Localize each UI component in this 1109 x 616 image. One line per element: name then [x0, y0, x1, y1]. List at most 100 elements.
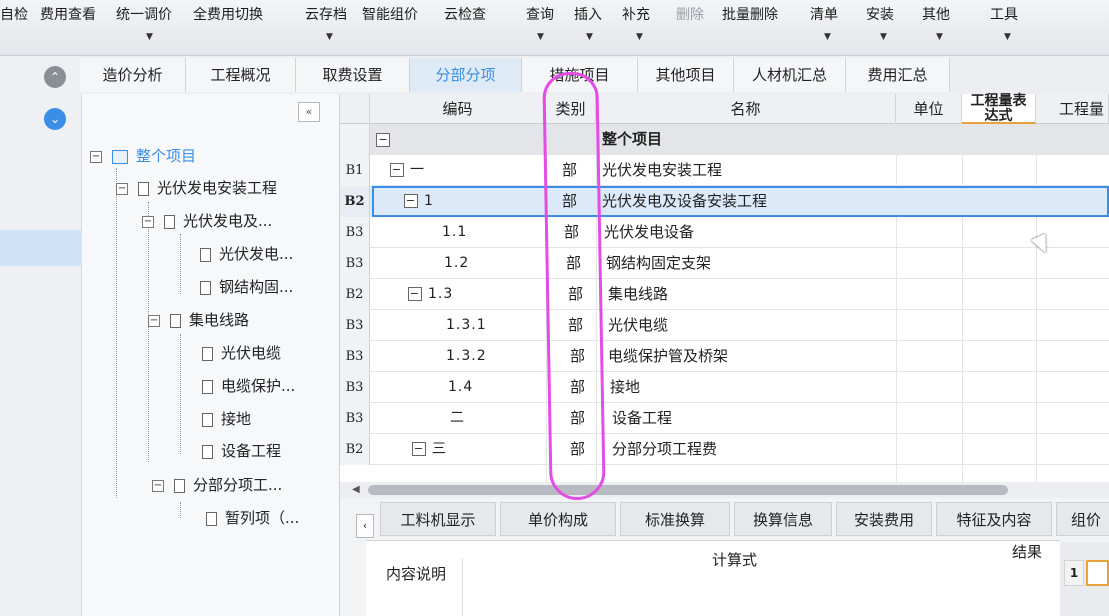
type-cell: 部 — [562, 192, 578, 210]
table-row[interactable]: B3 1.1 部 光伏发电设备 — [340, 217, 1109, 248]
collapse-icon[interactable]: − — [90, 150, 102, 163]
tab-fee-summary[interactable]: 费用汇总 — [846, 58, 950, 92]
table-row[interactable]: − 整个项目 — [340, 124, 1109, 155]
header-qty-expression[interactable]: 工程量表 达式 — [962, 94, 1036, 124]
collapse-icon[interactable]: − — [408, 287, 422, 301]
tab-other-items[interactable]: 其他项目 — [638, 58, 734, 92]
name-cell: 接地 — [610, 378, 641, 396]
batch-delete-button[interactable]: 批量删除 — [722, 4, 778, 26]
scrollbar-thumb[interactable] — [368, 485, 1008, 495]
table-row[interactable]: B1 − 一 部 光伏发电安装工程 — [340, 155, 1109, 186]
btab-features-content[interactable]: 特征及内容 — [936, 502, 1052, 536]
code-cell: −1 — [404, 193, 434, 209]
tab-labor-material-summary[interactable]: 人材机汇总 — [734, 58, 846, 92]
table-row-selected[interactable]: B2 −1 部 光伏发电及设备安装工程 — [340, 186, 1109, 217]
collapse-icon[interactable]: − — [148, 314, 160, 327]
tree-node-division-fee[interactable]: − 分部分项工... — [152, 472, 282, 498]
header-type[interactable]: 类别 — [546, 94, 596, 124]
tab-fee-settings[interactable]: 取费设置 — [296, 58, 410, 92]
view-fees-button[interactable]: 费用查看 — [40, 4, 96, 26]
chevron-down-icon[interactable]: ▼ — [880, 32, 887, 42]
self-check-button[interactable]: 自检 — [0, 4, 28, 26]
tree-node-pv-equip[interactable]: − 光伏发电及... — [142, 208, 272, 234]
tree-node-pv-device[interactable]: 光伏发电... — [200, 241, 293, 267]
collapse-icon[interactable]: − — [152, 479, 164, 492]
tree-node-label: 接地 — [221, 410, 252, 428]
cloud-check-button[interactable]: 云检查 — [444, 4, 486, 26]
name-cell: 电缆保护管及桥架 — [608, 347, 729, 365]
table-row[interactable]: B3 1.3.1 部 光伏电缆 — [340, 310, 1109, 341]
chevron-down-icon[interactable]: ▼ — [936, 32, 943, 42]
chevron-down-icon[interactable]: ▼ — [146, 32, 153, 42]
header-qty[interactable]: 工程量 — [1036, 94, 1109, 124]
chevron-down-icon[interactable]: ▼ — [537, 32, 544, 42]
project-icon — [112, 149, 128, 164]
tree-node-label: 电缆保护... — [221, 377, 296, 395]
btab-unit-price-composition[interactable]: 单价构成 — [500, 502, 616, 536]
horizontal-scrollbar[interactable]: ◀ — [340, 482, 1109, 498]
bill-list-button[interactable]: 清单 — [810, 4, 838, 26]
table-row[interactable]: B2 − 三 部 分部分项工程费 — [340, 434, 1109, 465]
header-name[interactable]: 名称 — [596, 94, 896, 124]
header-unit[interactable]: 单位 — [896, 94, 962, 124]
table-row[interactable]: B2 −1.3 部 集电线路 — [340, 279, 1109, 310]
grid-header: 编码 类别 名称 单位 工程量表 达式 工程量 — [340, 94, 1109, 124]
table-row[interactable]: B3 1.4 部 接地 — [340, 372, 1109, 403]
table-row[interactable]: B3 二 部 设备工程 — [340, 403, 1109, 434]
btab-install-fees[interactable]: 安装费用 — [836, 502, 932, 536]
unified-price-adjust-button[interactable]: 统一调价 — [116, 4, 172, 26]
btab-labor-material-display[interactable]: 工料机显示 — [380, 502, 496, 536]
chevron-left-icon[interactable]: ‹ — [356, 514, 374, 538]
tab-measure-items[interactable]: 措施项目 — [522, 58, 638, 92]
tree-node-root[interactable]: − 整个项目 — [90, 143, 196, 169]
tree-node-grounding[interactable]: 接地 — [202, 406, 251, 432]
tab-division-items[interactable]: 分部分项 — [410, 58, 522, 92]
full-fee-switch-button[interactable]: 全费用切换 — [193, 4, 263, 26]
table-row[interactable]: B3 1.3.2 部 电缆保护管及桥架 — [340, 341, 1109, 372]
collapse-icon[interactable]: − — [390, 163, 404, 177]
project-tree-panel: « − 整个项目 − 光伏发电安装工程 − 光伏发电及... 光伏发电... 钢结构固… — [82, 94, 340, 616]
tools-button[interactable]: 工具 — [990, 4, 1018, 26]
chevron-down-icon[interactable]: ▼ — [1004, 32, 1011, 42]
header-code[interactable]: 编码 — [370, 94, 546, 124]
tree-node-collector-line[interactable]: − 集电线路 — [148, 307, 249, 333]
collapse-up-icon[interactable]: ⌃ — [44, 66, 66, 88]
tab-cost-analysis[interactable]: 造价分析 — [80, 58, 186, 92]
chevron-down-icon[interactable]: ▼ — [636, 32, 643, 42]
table-row[interactable]: B3 1.2 部 钢结构固定支架 — [340, 248, 1109, 279]
btab-standard-conversion[interactable]: 标准换算 — [620, 502, 730, 536]
tree-node-provisional[interactable]: 暂列项（... — [206, 505, 299, 531]
collapse-icon[interactable]: − — [376, 132, 390, 147]
other-button[interactable]: 其他 — [922, 4, 950, 26]
tab-project-overview[interactable]: 工程概况 — [186, 58, 296, 92]
insert-button[interactable]: 插入 — [574, 4, 602, 26]
collapse-icon[interactable]: − — [412, 442, 426, 456]
delete-button[interactable]: 删除 — [676, 4, 704, 26]
chevron-down-icon[interactable]: ▼ — [326, 32, 333, 42]
cloud-archive-button[interactable]: 云存档 — [305, 4, 347, 26]
row-number: B3 — [340, 403, 370, 434]
install-button[interactable]: 安装 — [866, 4, 894, 26]
btab-conversion-info[interactable]: 换算信息 — [734, 502, 832, 536]
chevron-down-icon[interactable]: ▼ — [586, 32, 593, 42]
collapse-icon[interactable]: − — [142, 215, 154, 228]
collapse-tree-button[interactable]: « — [298, 102, 320, 122]
row-number: 1 — [1064, 560, 1084, 586]
chevron-down-icon[interactable]: ▼ — [824, 32, 831, 42]
btab-pricing[interactable]: 组价 — [1056, 502, 1109, 536]
tree-node-steel-bracket[interactable]: 钢结构固... — [200, 274, 293, 300]
smart-pricing-button[interactable]: 智能组价 — [362, 4, 418, 26]
name-cell: 分部分项工程费 — [612, 440, 718, 458]
tree-node-equipment-works[interactable]: 设备工程 — [202, 438, 281, 464]
query-button[interactable]: 查询 — [526, 4, 554, 26]
expand-down-icon[interactable]: ⌄ — [44, 108, 66, 130]
tree-node-cable-protection[interactable]: 电缆保护... — [202, 373, 295, 399]
tree-node-pv-cable[interactable]: 光伏电缆 — [202, 340, 281, 366]
collapse-icon[interactable]: − — [404, 194, 418, 208]
tree-node-pv-install[interactable]: − 光伏发电安装工程 — [116, 175, 277, 201]
collapse-icon[interactable]: − — [116, 182, 128, 195]
supplement-button[interactable]: 补充 — [622, 4, 650, 26]
scroll-left-icon[interactable]: ◀ — [352, 482, 360, 498]
result-cell[interactable] — [1086, 560, 1109, 586]
left-nav-strip: ⌃ ⌄ — [0, 56, 82, 616]
